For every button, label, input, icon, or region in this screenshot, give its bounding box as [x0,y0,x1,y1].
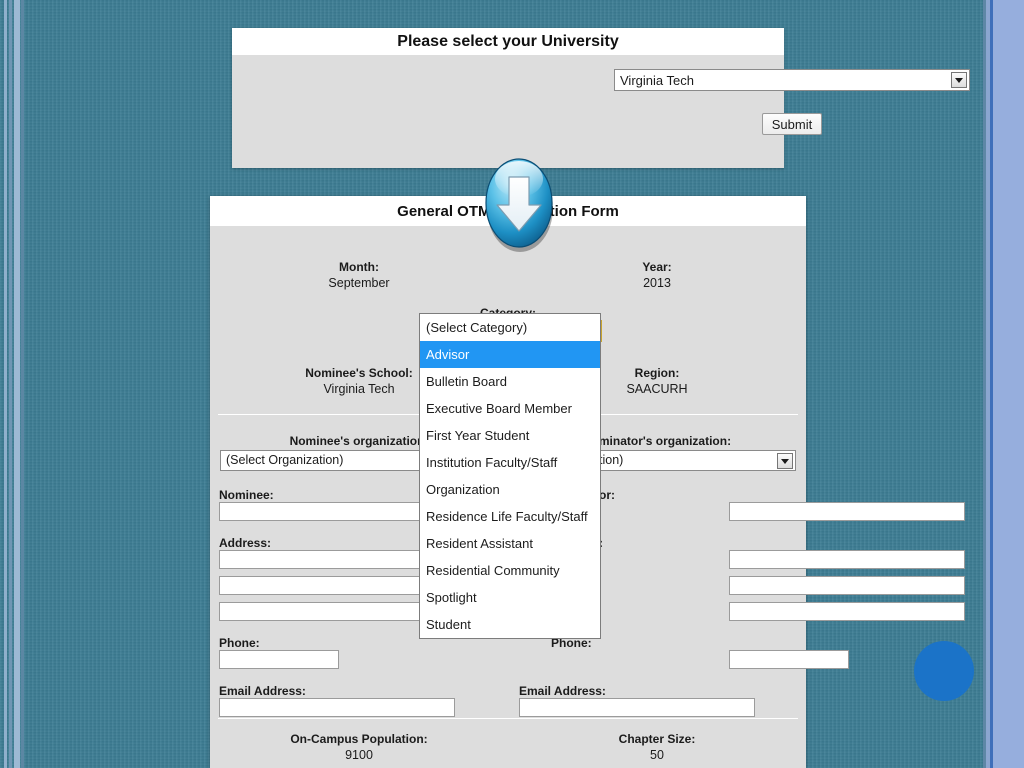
download-arrow-badge-icon [481,153,559,255]
month-label: Month: [339,260,379,274]
right-accent-stripe-2 [986,0,990,768]
nominator-address-line-1[interactable] [729,550,965,569]
university-select-panel: Please select your University Virginia T… [232,28,970,168]
nominee-email-label: Email Address: [219,684,306,698]
nominator-phone-input[interactable] [729,650,849,669]
month-field: Month: September [210,260,508,290]
chapter-size-label: Chapter Size: [618,732,696,746]
section-divider-bottom [218,718,798,719]
university-select-value: Virginia Tech [620,73,694,88]
category-option[interactable]: Student [420,611,600,638]
category-option[interactable]: Spotlight [420,584,600,611]
chapter-size-field: Chapter Size: 50 [508,732,806,762]
on-campus-population-value: 9100 [345,748,373,762]
nominee-label: Nominee: [219,488,274,502]
nominator-input[interactable] [729,502,965,521]
nominator-email-input[interactable] [519,698,755,717]
nominee-phone-label: Phone: [219,636,260,650]
category-option[interactable]: Resident Assistant [420,530,600,557]
chapter-size-value: 50 [650,748,664,762]
category-option[interactable]: Advisor [420,341,600,368]
nominee-phone-input[interactable] [219,650,339,669]
category-option[interactable]: Organization [420,476,600,503]
submit-button[interactable]: Submit [762,113,822,135]
university-panel-title: Please select your University [232,28,784,55]
left-accent-stripe-2 [9,0,12,768]
month-value: September [328,276,390,290]
category-option[interactable]: Residence Life Faculty/Staff [420,503,600,530]
blue-circle-decoration [914,641,974,701]
on-campus-population-field: On-Campus Population: 9100 [210,732,508,762]
year-label: Year: [642,260,672,274]
nominator-email-label: Email Address: [519,684,606,698]
university-select[interactable]: Virginia Tech [614,69,970,91]
year-field: Year: 2013 [508,260,806,290]
category-option[interactable]: Institution Faculty/Staff [420,449,600,476]
slide-canvas: Please select your University Virginia T… [0,0,1024,768]
right-accent-band [993,0,1024,768]
chevron-down-icon[interactable] [777,453,793,469]
left-accent-stripe-1 [4,0,7,768]
year-value: 2013 [643,276,671,290]
chevron-down-icon[interactable] [951,72,967,88]
right-accent-stripe-3 [983,0,986,768]
nominator-address-line-2[interactable] [729,576,965,595]
category-option[interactable]: First Year Student [420,422,600,449]
nominee-address-label: Address: [219,536,272,550]
category-option[interactable]: Bulletin Board [420,368,600,395]
university-panel-body: Virginia Tech Submit [232,55,970,168]
left-accent-stripe-4 [21,0,24,768]
left-accent-stripe-3 [14,0,20,768]
category-dropdown-list[interactable]: (Select Category) Advisor Bulletin Board Ex… [419,313,601,639]
nominee-email-input[interactable] [219,698,455,717]
category-option[interactable]: Executive Board Member [420,395,600,422]
nominator-address-line-3[interactable] [729,602,965,621]
category-option[interactable]: Residential Community [420,557,600,584]
on-campus-population-label: On-Campus Population: [290,732,428,746]
right-accent-stripe-1 [990,0,993,768]
category-option[interactable]: (Select Category) [420,314,600,341]
